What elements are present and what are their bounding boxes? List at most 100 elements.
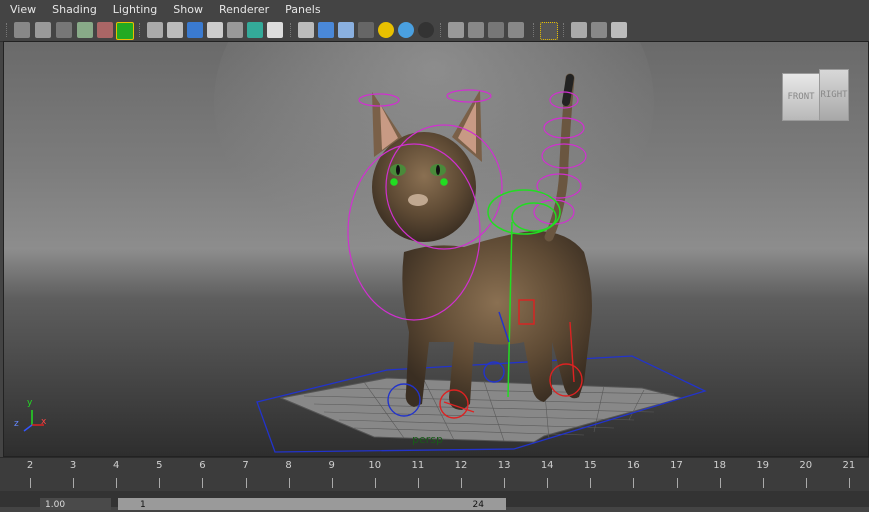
- start-time-field[interactable]: 1.00: [40, 498, 111, 510]
- toolbar-separator: [440, 23, 443, 37]
- frame-tick-label: 20: [799, 460, 813, 471]
- select-camera-icon[interactable]: [540, 22, 558, 40]
- axis-label-x: x: [41, 417, 47, 427]
- node-editor-icon[interactable]: [611, 22, 627, 38]
- frame-tick: [288, 478, 290, 488]
- view-cube-front-label: FRONT: [787, 92, 815, 102]
- menu-lighting[interactable]: Lighting: [105, 0, 165, 20]
- camera-attributes-icon[interactable]: [14, 22, 30, 38]
- toolbar-separator: [6, 23, 9, 37]
- panel-toolbar: [0, 20, 869, 42]
- wireframe-icon[interactable]: [147, 22, 163, 38]
- frame-tick: [202, 478, 204, 488]
- frame-tick: [116, 478, 118, 488]
- bounding-box-icon[interactable]: [298, 22, 314, 38]
- depth-of-field-icon-3[interactable]: [508, 22, 524, 38]
- frame-tick: [73, 478, 75, 488]
- film-gate-icon[interactable]: [116, 22, 134, 40]
- menu-bar: View Shading Lighting Show Renderer Pane…: [0, 0, 869, 21]
- scene-canvas: [23, 42, 707, 453]
- ground-grid: [279, 377, 684, 443]
- toolbar-separator: [290, 23, 293, 37]
- cat-pupil-right: [436, 165, 440, 175]
- frame-tick-label: 16: [627, 460, 640, 471]
- frame-tick-label: 4: [113, 460, 120, 471]
- time-slider[interactable]: 2 3 4 5 6 7 8 9 10 11 12 13 14 15 16 17 18 19 20 21: [0, 457, 869, 492]
- range-slider-bar: 1.00 1 24: [0, 491, 869, 510]
- motion-blur-icon[interactable]: [418, 22, 434, 38]
- shadows-icon[interactable]: [378, 22, 394, 38]
- frame-tick: [590, 478, 592, 488]
- frame-tick: [547, 478, 549, 488]
- cat-pupil-left: [396, 165, 400, 175]
- frame-tick-label: 12: [454, 460, 468, 471]
- frame-tick: [762, 478, 764, 488]
- frame-tick: [159, 478, 161, 488]
- isolate-select-icon[interactable]: [187, 22, 203, 38]
- grease-pencil-icon[interactable]: [97, 22, 113, 38]
- frame-tick-label: 3: [69, 460, 77, 471]
- frame-tick: [30, 478, 31, 488]
- text-icon[interactable]: [247, 22, 263, 38]
- grid-icon[interactable]: [267, 22, 283, 38]
- image-plane-icon[interactable]: [56, 22, 72, 38]
- two-d-pan-icon[interactable]: [77, 22, 93, 38]
- depth-of-field-icon[interactable]: [468, 22, 484, 38]
- frame-tick: [374, 478, 376, 488]
- view-cube-front-face[interactable]: FRONT: [782, 73, 820, 121]
- cat-muzzle: [408, 194, 428, 206]
- menu-show[interactable]: Show: [165, 0, 211, 20]
- view-cube-right-face[interactable]: RIGHT: [819, 69, 849, 121]
- range-slider[interactable]: 1 24: [118, 498, 506, 510]
- frame-tick: [245, 478, 247, 488]
- view-cube-right-label: RIGHT: [820, 90, 848, 100]
- axis-label-z: z: [14, 419, 19, 429]
- frame-tick-label: 5: [156, 460, 163, 471]
- frame-tick: [719, 478, 721, 488]
- view-cube[interactable]: FRONT RIGHT: [782, 69, 849, 123]
- menu-view[interactable]: View: [0, 0, 44, 20]
- frame-tick-label: 2: [26, 460, 34, 471]
- frame-tick-label: 13: [497, 460, 511, 471]
- perspective-viewport[interactable]: y x z persp FRONT RIGHT: [3, 41, 869, 457]
- frame-tick-label: 21: [842, 460, 856, 471]
- frame-tick-label: 10: [368, 460, 382, 471]
- single-view-icon[interactable]: [571, 22, 587, 38]
- frame-tick-label: 14: [540, 460, 554, 471]
- flat-shade-icon[interactable]: [318, 22, 334, 38]
- frame-tick: [331, 478, 333, 488]
- smooth-shade-icon[interactable]: [167, 22, 183, 38]
- frame-tick: [417, 478, 419, 488]
- frame-tick-label: 11: [411, 460, 425, 471]
- frame-tick: [461, 478, 462, 488]
- frame-tick-label: 18: [713, 460, 726, 471]
- frame-tick-label: 8: [285, 460, 292, 471]
- frame-tick: [676, 478, 678, 488]
- toolbar-separator: [139, 23, 142, 37]
- frame-tick: [504, 478, 506, 488]
- textured-icon[interactable]: [338, 22, 354, 38]
- frame-tick-label: 19: [756, 460, 770, 471]
- anti-aliasing-icon[interactable]: [448, 22, 464, 38]
- screen-space-ao-icon[interactable]: [398, 22, 414, 38]
- axis-label-y: y: [27, 398, 33, 408]
- bookmarks-icon[interactable]: [35, 22, 51, 38]
- x-ray-icon[interactable]: [207, 22, 223, 38]
- resolution-gate-icon[interactable]: [227, 22, 243, 38]
- two-panes-icon[interactable]: [591, 22, 607, 38]
- frame-tick: [848, 478, 850, 488]
- range-slider-start: 1: [140, 500, 146, 510]
- depth-of-field-icon-2[interactable]: [488, 22, 504, 38]
- frame-tick-label: 17: [670, 460, 683, 471]
- lights-icon[interactable]: [358, 22, 374, 38]
- frame-tick-label: 9: [328, 460, 335, 471]
- menu-panels[interactable]: Panels: [277, 0, 328, 20]
- frame-tick-label: 15: [583, 460, 597, 471]
- toolbar-separator: [533, 23, 536, 37]
- menu-renderer[interactable]: Renderer: [211, 0, 277, 20]
- range-slider-end: 24: [472, 500, 484, 510]
- cat-head: [372, 132, 476, 242]
- frame-tick: [633, 478, 635, 488]
- menu-shading[interactable]: Shading: [44, 0, 105, 20]
- camera-label: persp: [412, 433, 443, 446]
